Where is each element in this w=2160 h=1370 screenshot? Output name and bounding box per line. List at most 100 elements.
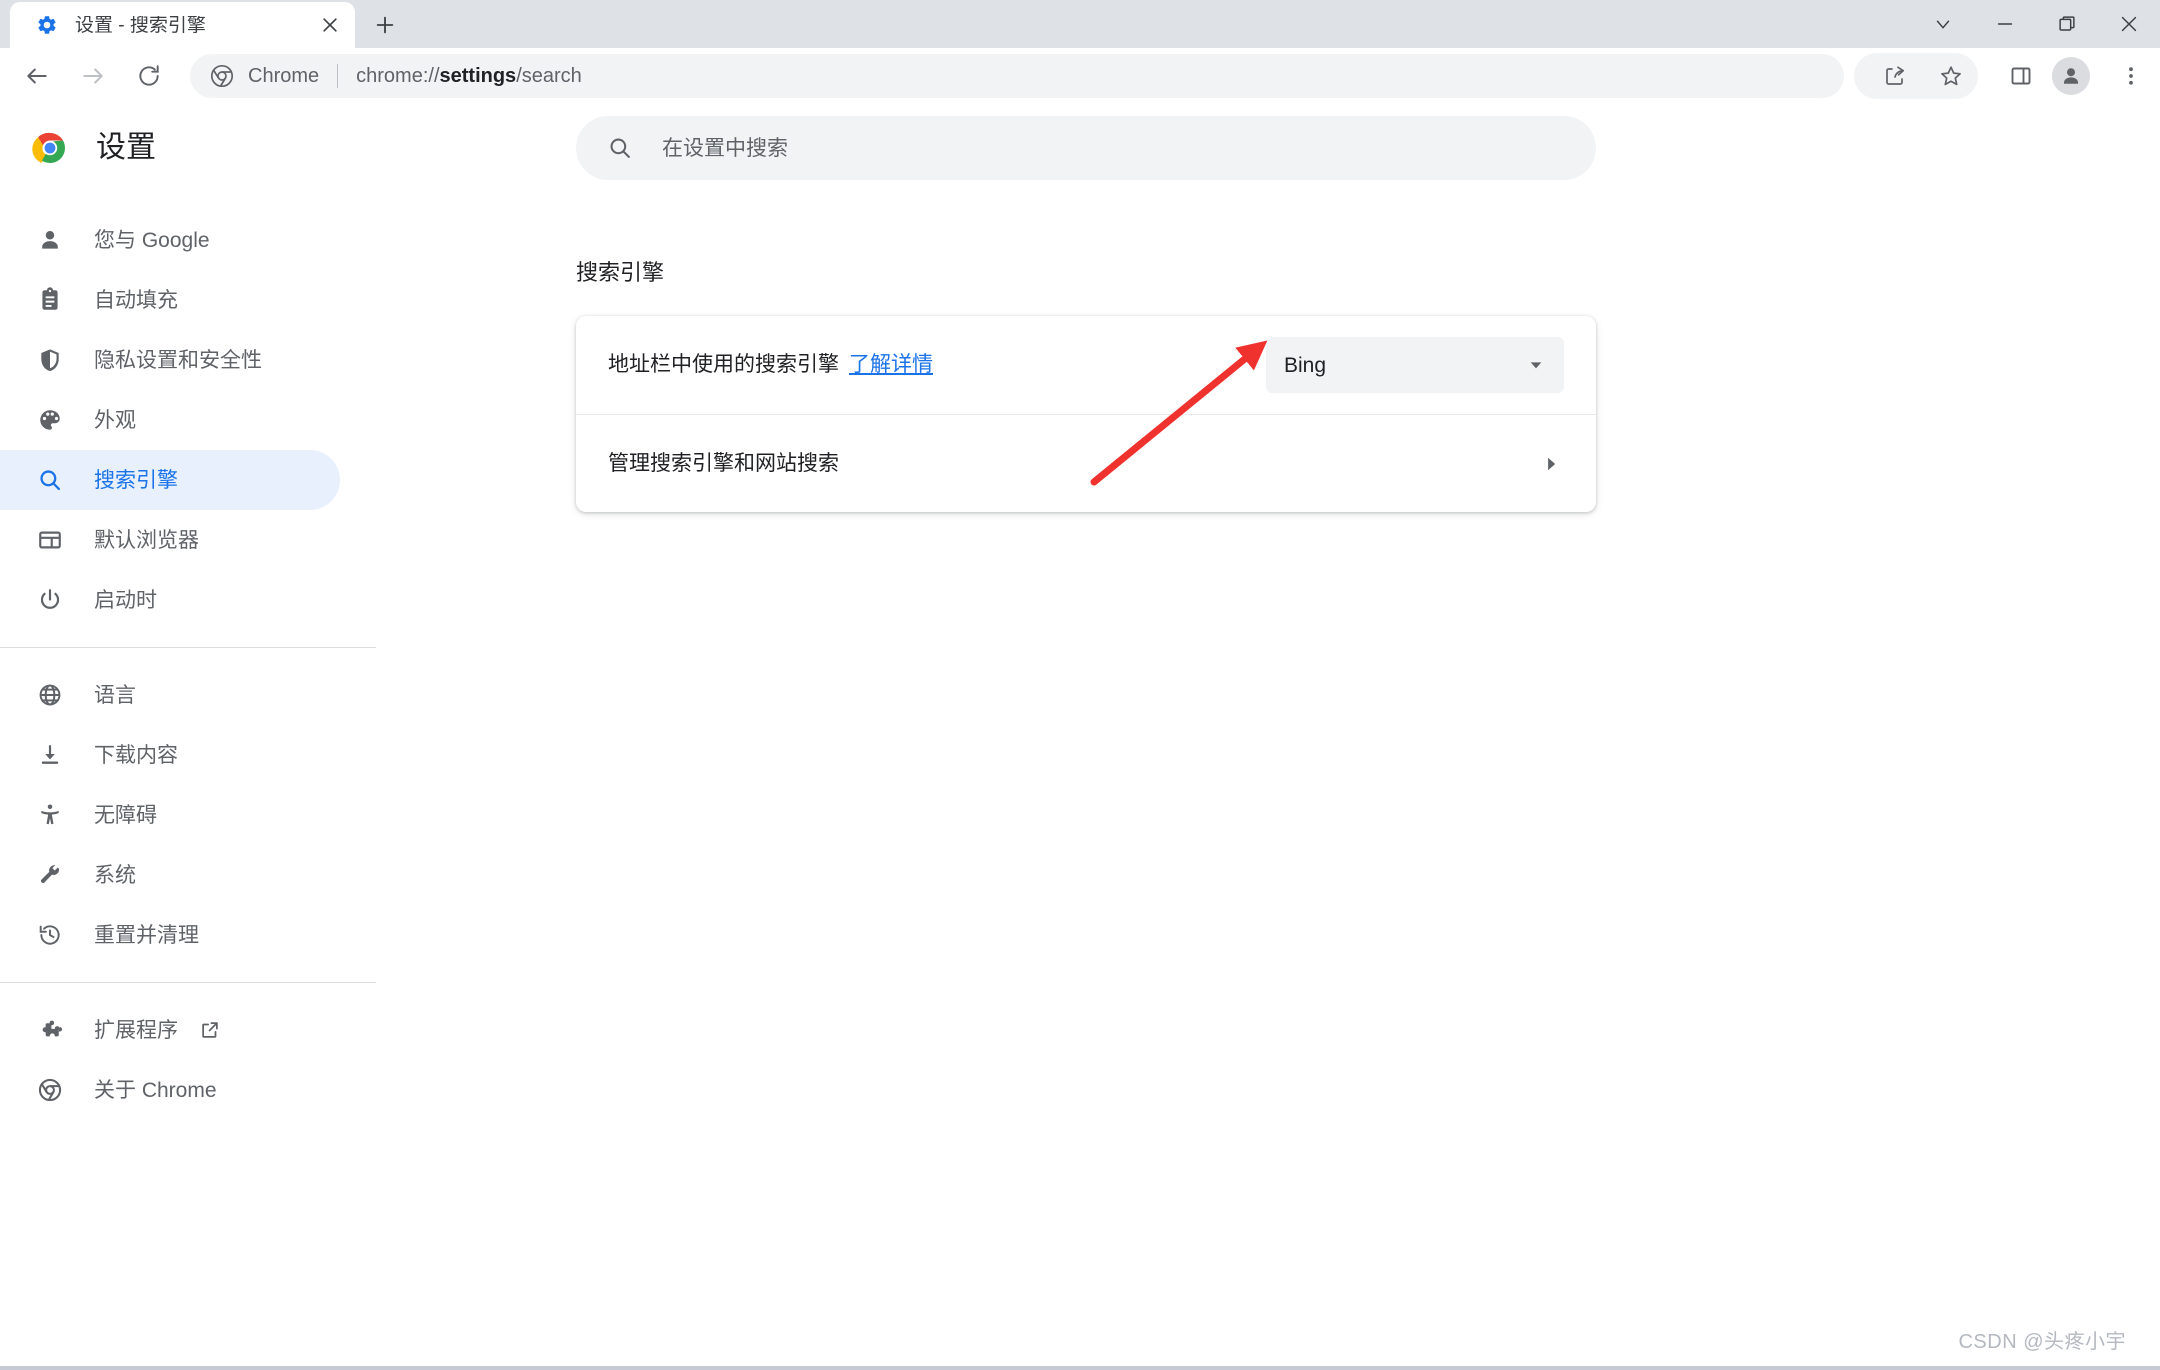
sidebar-item-label: 隐私设置和安全性 <box>94 350 262 371</box>
sidebar-item-label: 扩展程序 <box>94 1020 178 1041</box>
row-address-bar-search-engine[interactable]: 地址栏中使用的搜索引擎了解详情 Bing <box>576 316 1596 414</box>
sidebar-divider <box>0 647 376 648</box>
row-label: 管理搜索引擎和网站搜索 <box>608 450 1538 477</box>
globe-icon <box>36 681 64 709</box>
settings-nav: 您与 Google 自动填充 隐私设置和安全性 外观 <box>0 192 376 1120</box>
browser-tab[interactable]: 设置 - 搜索引擎 <box>10 2 355 48</box>
sidebar-item-label: 外观 <box>94 410 136 431</box>
learn-more-link[interactable]: 了解详情 <box>849 353 933 376</box>
sidebar-item-label: 启动时 <box>94 590 157 611</box>
window-controls <box>1912 0 2160 48</box>
dropdown-arrow-icon <box>1526 355 1546 375</box>
chrome-icon <box>210 64 234 88</box>
wrench-icon <box>36 861 64 889</box>
clipboard-icon <box>36 286 64 314</box>
chevron-right-icon <box>1538 451 1564 477</box>
avatar[interactable] <box>2052 57 2090 95</box>
accessibility-icon <box>36 801 64 829</box>
side-panel-icon[interactable] <box>1998 53 2044 99</box>
tab-title: 设置 - 搜索引擎 <box>75 16 313 35</box>
row-label: 地址栏中使用的搜索引擎了解详情 <box>608 351 1266 378</box>
sidebar-item-about-chrome[interactable]: 关于 Chrome <box>0 1060 340 1120</box>
sidebar-item-downloads[interactable]: 下载内容 <box>0 725 340 785</box>
omnibox-url: chrome://settings/search <box>356 66 582 86</box>
external-link-icon <box>198 1018 222 1042</box>
sidebar-item-appearance[interactable]: 外观 <box>0 390 340 450</box>
toolbar-right-actions <box>1854 53 2154 99</box>
shield-icon <box>36 346 64 374</box>
download-icon <box>36 741 64 769</box>
sidebar-item-you-and-google[interactable]: 您与 Google <box>0 210 340 270</box>
power-icon <box>36 586 64 614</box>
palette-icon <box>36 406 64 434</box>
omnibox-separator <box>337 64 338 88</box>
url-bold-part: settings <box>440 65 517 87</box>
url-suffix: /search <box>516 65 582 87</box>
sidebar-item-label: 搜索引擎 <box>94 470 178 491</box>
star-icon[interactable] <box>1928 53 1974 99</box>
sidebar-item-autofill[interactable]: 自动填充 <box>0 270 340 330</box>
search-icon <box>606 134 634 162</box>
sidebar-item-label: 您与 Google <box>94 230 210 251</box>
sidebar-item-label: 下载内容 <box>94 745 178 766</box>
toolbar-action-pill <box>1854 53 1978 99</box>
sidebar-item-extensions[interactable]: 扩展程序 <box>0 1000 340 1060</box>
new-tab-button[interactable] <box>365 5 405 45</box>
settings-sidebar: 设置 您与 Google 自动填充 隐私设置和安全性 <box>0 104 376 1370</box>
sidebar-item-label: 系统 <box>94 865 136 886</box>
sidebar-item-search-engine[interactable]: 搜索引擎 <box>0 450 340 510</box>
person-icon <box>36 226 64 254</box>
maximize-icon[interactable] <box>2036 0 2098 48</box>
sidebar-item-label: 默认浏览器 <box>94 530 199 551</box>
tab-strip: 设置 - 搜索引擎 <box>0 0 2160 48</box>
search-placeholder: 在设置中搜索 <box>662 138 788 159</box>
back-arrow-icon[interactable] <box>14 53 60 99</box>
sidebar-item-languages[interactable]: 语言 <box>0 665 340 725</box>
row-manage-search-engines[interactable]: 管理搜索引擎和网站搜索 <box>576 414 1596 512</box>
address-bar[interactable]: Chrome chrome://settings/search <box>190 54 1844 98</box>
chrome-logo-icon <box>32 130 68 166</box>
row-label-text: 地址栏中使用的搜索引擎 <box>608 353 839 376</box>
reload-icon[interactable] <box>126 53 172 99</box>
sidebar-item-on-startup[interactable]: 启动时 <box>0 570 340 630</box>
search-settings-wrap: 在设置中搜索 <box>376 104 2160 180</box>
sidebar-item-label: 语言 <box>94 685 136 706</box>
restore-icon <box>36 921 64 949</box>
three-dot-menu-icon[interactable] <box>2108 53 2154 99</box>
sidebar-item-label: 关于 Chrome <box>94 1080 217 1101</box>
puzzle-icon <box>36 1016 64 1044</box>
search-input[interactable]: 在设置中搜索 <box>576 116 1596 180</box>
window-close-icon[interactable] <box>2098 0 2160 48</box>
gear-icon <box>36 14 58 36</box>
sidebar-item-label: 自动填充 <box>94 290 178 311</box>
sidebar-item-label: 重置并清理 <box>94 925 199 946</box>
sidebar-item-label: 无障碍 <box>94 805 157 826</box>
chevron-down-icon[interactable] <box>1912 0 1974 48</box>
watermark: CSDN @头疼小宇 <box>1958 1332 2126 1352</box>
omnibox-scheme-label: Chrome <box>248 66 319 86</box>
sidebar-item-system[interactable]: 系统 <box>0 845 340 905</box>
chrome-outline-icon <box>36 1076 64 1104</box>
page-title: 设置 <box>96 133 156 163</box>
sidebar-item-accessibility[interactable]: 无障碍 <box>0 785 340 845</box>
search-engine-card: 地址栏中使用的搜索引擎了解详情 Bing 管理搜索引擎和网站搜索 <box>576 316 1596 512</box>
search-engine-select[interactable]: Bing <box>1266 337 1564 393</box>
select-value: Bing <box>1284 355 1526 376</box>
bottom-rule <box>0 1366 2160 1370</box>
settings-brand: 设置 <box>0 104 376 192</box>
sidebar-item-privacy-and-security[interactable]: 隐私设置和安全性 <box>0 330 340 390</box>
close-icon[interactable] <box>313 8 347 42</box>
settings-main: 在设置中搜索 搜索引擎 地址栏中使用的搜索引擎了解详情 Bing 管理搜索引擎和… <box>376 104 2160 1370</box>
row-label-text: 管理搜索引擎和网站搜索 <box>608 452 839 475</box>
browser-toolbar: Chrome chrome://settings/search <box>0 48 2160 104</box>
settings-page: 设置 您与 Google 自动填充 隐私设置和安全性 <box>0 104 2160 1370</box>
minimize-icon[interactable] <box>1974 0 2036 48</box>
search-icon <box>36 466 64 494</box>
url-prefix: chrome:// <box>356 65 439 87</box>
forward-arrow-icon <box>70 53 116 99</box>
browser-window-icon <box>36 526 64 554</box>
sidebar-item-reset-and-cleanup[interactable]: 重置并清理 <box>0 905 340 965</box>
share-icon[interactable] <box>1872 53 1918 99</box>
sidebar-item-default-browser[interactable]: 默认浏览器 <box>0 510 340 570</box>
sidebar-divider <box>0 982 376 983</box>
